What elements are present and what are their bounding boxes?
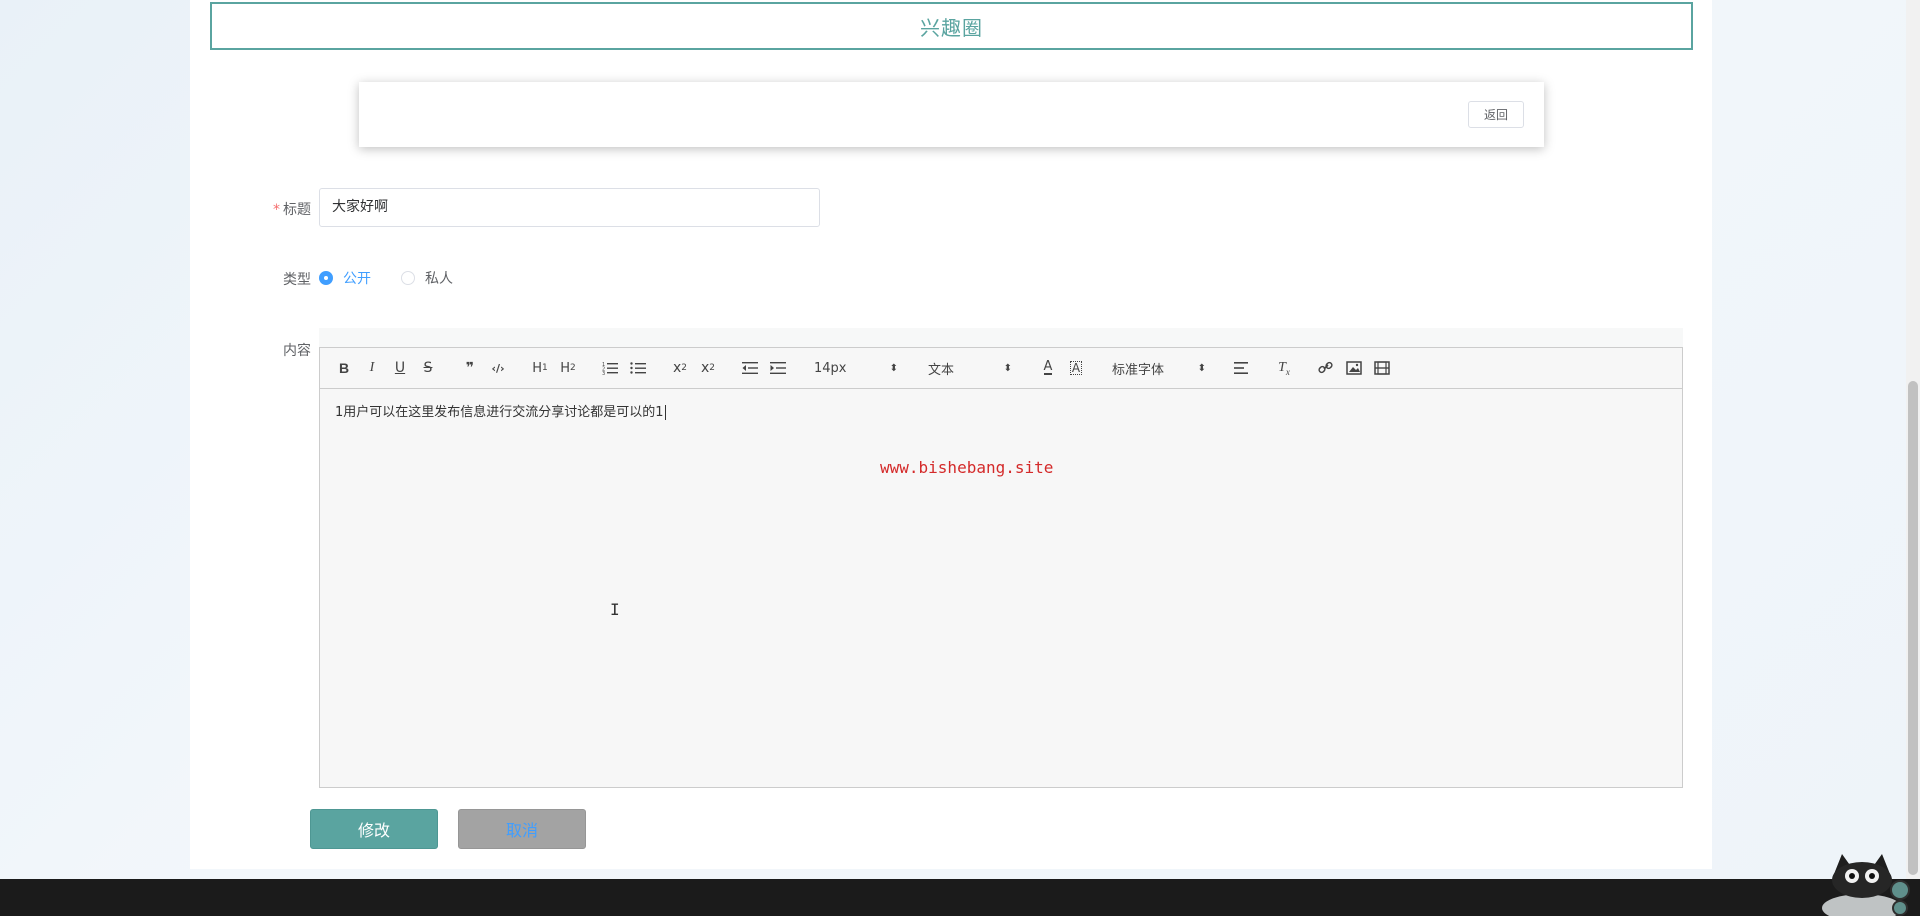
- editor-content[interactable]: 1用户可以在这里发布信息进行交流分享讨论都是可以的1: [320, 389, 1682, 432]
- cancel-button[interactable]: 取消: [458, 809, 586, 849]
- subscript-icon[interactable]: x2: [666, 356, 694, 380]
- required-mark: *: [273, 202, 280, 218]
- superscript-icon[interactable]: x2: [694, 356, 722, 380]
- clean-format-icon[interactable]: Tx: [1270, 356, 1298, 380]
- image-icon[interactable]: [1340, 356, 1368, 380]
- strike-icon[interactable]: S: [414, 356, 442, 380]
- select-caret-icon: ⬍: [889, 362, 898, 374]
- font-color-icon[interactable]: A: [1034, 356, 1062, 380]
- page-header: 兴趣圈: [210, 2, 1693, 50]
- outdent-icon[interactable]: [736, 356, 764, 380]
- submit-button[interactable]: 修改: [310, 809, 438, 849]
- font-size-value: 14px: [814, 360, 847, 376]
- radio-unchecked-icon: [401, 271, 415, 285]
- mouse-ibeam-cursor-icon: I: [610, 600, 620, 619]
- svg-text:3: 3: [602, 371, 605, 375]
- radio-public[interactable]: 公开: [319, 268, 371, 288]
- background-color-icon[interactable]: A: [1062, 356, 1090, 380]
- rich-text-editor: B I U S ❞ ‹/› H1 H2 123 x2 x2 14px ⬍ 文本 …: [319, 347, 1683, 788]
- bullet-list-icon[interactable]: [624, 356, 652, 380]
- type-label: 类型: [283, 272, 311, 288]
- editor-toolbar: B I U S ❞ ‹/› H1 H2 123 x2 x2 14px ⬍ 文本 …: [320, 348, 1682, 389]
- header-select-value: 文本: [928, 362, 955, 378]
- italic-icon[interactable]: I: [358, 356, 386, 380]
- text-caret: [664, 405, 666, 420]
- font-size-select[interactable]: 14px ⬍: [806, 356, 906, 380]
- radio-private-label: 私人: [425, 271, 453, 287]
- watermark: www.bishebang.site: [880, 458, 1054, 477]
- mascot-cat-icon[interactable]: [1812, 846, 1916, 916]
- h2-icon[interactable]: H2: [554, 356, 582, 380]
- blockquote-icon[interactable]: ❞: [456, 356, 484, 380]
- title-label: * 标题: [251, 199, 311, 219]
- radio-public-label: 公开: [343, 271, 371, 287]
- font-family-value: 标准字体: [1112, 362, 1165, 378]
- indent-icon[interactable]: [764, 356, 792, 380]
- back-button[interactable]: 返回: [1468, 101, 1524, 128]
- action-card: 返回: [359, 82, 1544, 147]
- link-icon[interactable]: [1312, 356, 1340, 380]
- title-label-text: 标题: [283, 202, 311, 218]
- scrollbar-thumb[interactable]: [1908, 381, 1918, 875]
- editor-text: 1用户可以在这里发布信息进行交流分享讨论都是可以的1: [335, 405, 664, 420]
- page-title: 兴趣圈: [920, 15, 983, 40]
- video-icon[interactable]: [1368, 356, 1396, 380]
- align-icon[interactable]: [1228, 356, 1256, 380]
- radio-private[interactable]: 私人: [401, 268, 453, 288]
- editor-top-strip: [319, 328, 1683, 348]
- font-family-select[interactable]: 标准字体 ⬍: [1104, 356, 1214, 380]
- ordered-list-icon[interactable]: 123: [596, 356, 624, 380]
- bold-icon[interactable]: B: [330, 356, 358, 380]
- select-caret-icon: ⬍: [1003, 362, 1012, 374]
- header-select[interactable]: 文本 ⬍: [920, 356, 1020, 380]
- select-caret-icon: ⬍: [1197, 362, 1206, 374]
- content-label: 内容: [283, 343, 311, 359]
- title-input[interactable]: 大家好啊: [319, 188, 820, 227]
- underline-icon[interactable]: U: [386, 356, 414, 380]
- h1-icon[interactable]: H1: [526, 356, 554, 380]
- type-radio-group: 公开 私人: [319, 268, 483, 288]
- code-block-icon[interactable]: ‹/›: [484, 356, 512, 380]
- bottom-bar: [0, 879, 1920, 916]
- radio-checked-icon: [319, 271, 333, 285]
